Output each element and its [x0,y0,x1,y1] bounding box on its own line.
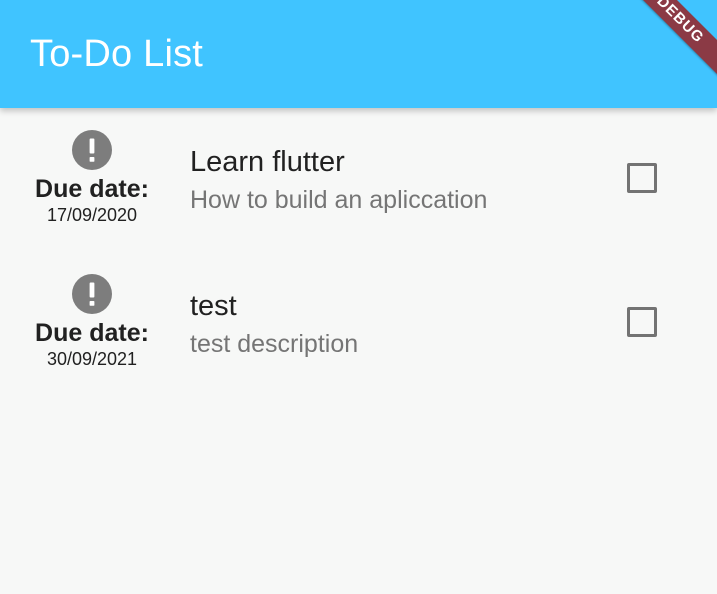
due-date-label: Due date: [35,175,149,203]
todo-content: Learn flutter How to build an apliccatio… [190,144,487,215]
list-item[interactable]: Due date: 30/09/2021 test test descripti… [0,252,717,396]
due-date-value: 17/09/2020 [46,205,138,225]
due-date-block: Due date: 30/09/2021 [14,274,170,369]
due-date-value: 30/09/2021 [46,349,138,369]
exclamation-circle-icon [72,274,112,314]
todo-title: test [190,290,237,322]
page-title: To-Do List [30,33,204,75]
todo-checkbox[interactable] [627,163,657,193]
todo-content: test test description [190,288,358,359]
due-date-block: Due date: 17/09/2020 [14,130,170,225]
todo-description: How to build an apliccation [190,186,488,214]
app-screen: To-Do List DEBUG Due date: 17/09/2020 Le… [0,0,717,594]
exclamation-circle-icon [72,130,112,170]
due-date-label: Due date: [35,319,149,347]
list-item[interactable]: Due date: 17/09/2020 Learn flutter How t… [0,108,717,252]
todo-description: test description [190,330,359,358]
app-bar: To-Do List [0,0,717,108]
todo-title: Learn flutter [190,146,345,178]
todo-checkbox[interactable] [627,307,657,337]
todo-list: Due date: 17/09/2020 Learn flutter How t… [0,108,717,396]
